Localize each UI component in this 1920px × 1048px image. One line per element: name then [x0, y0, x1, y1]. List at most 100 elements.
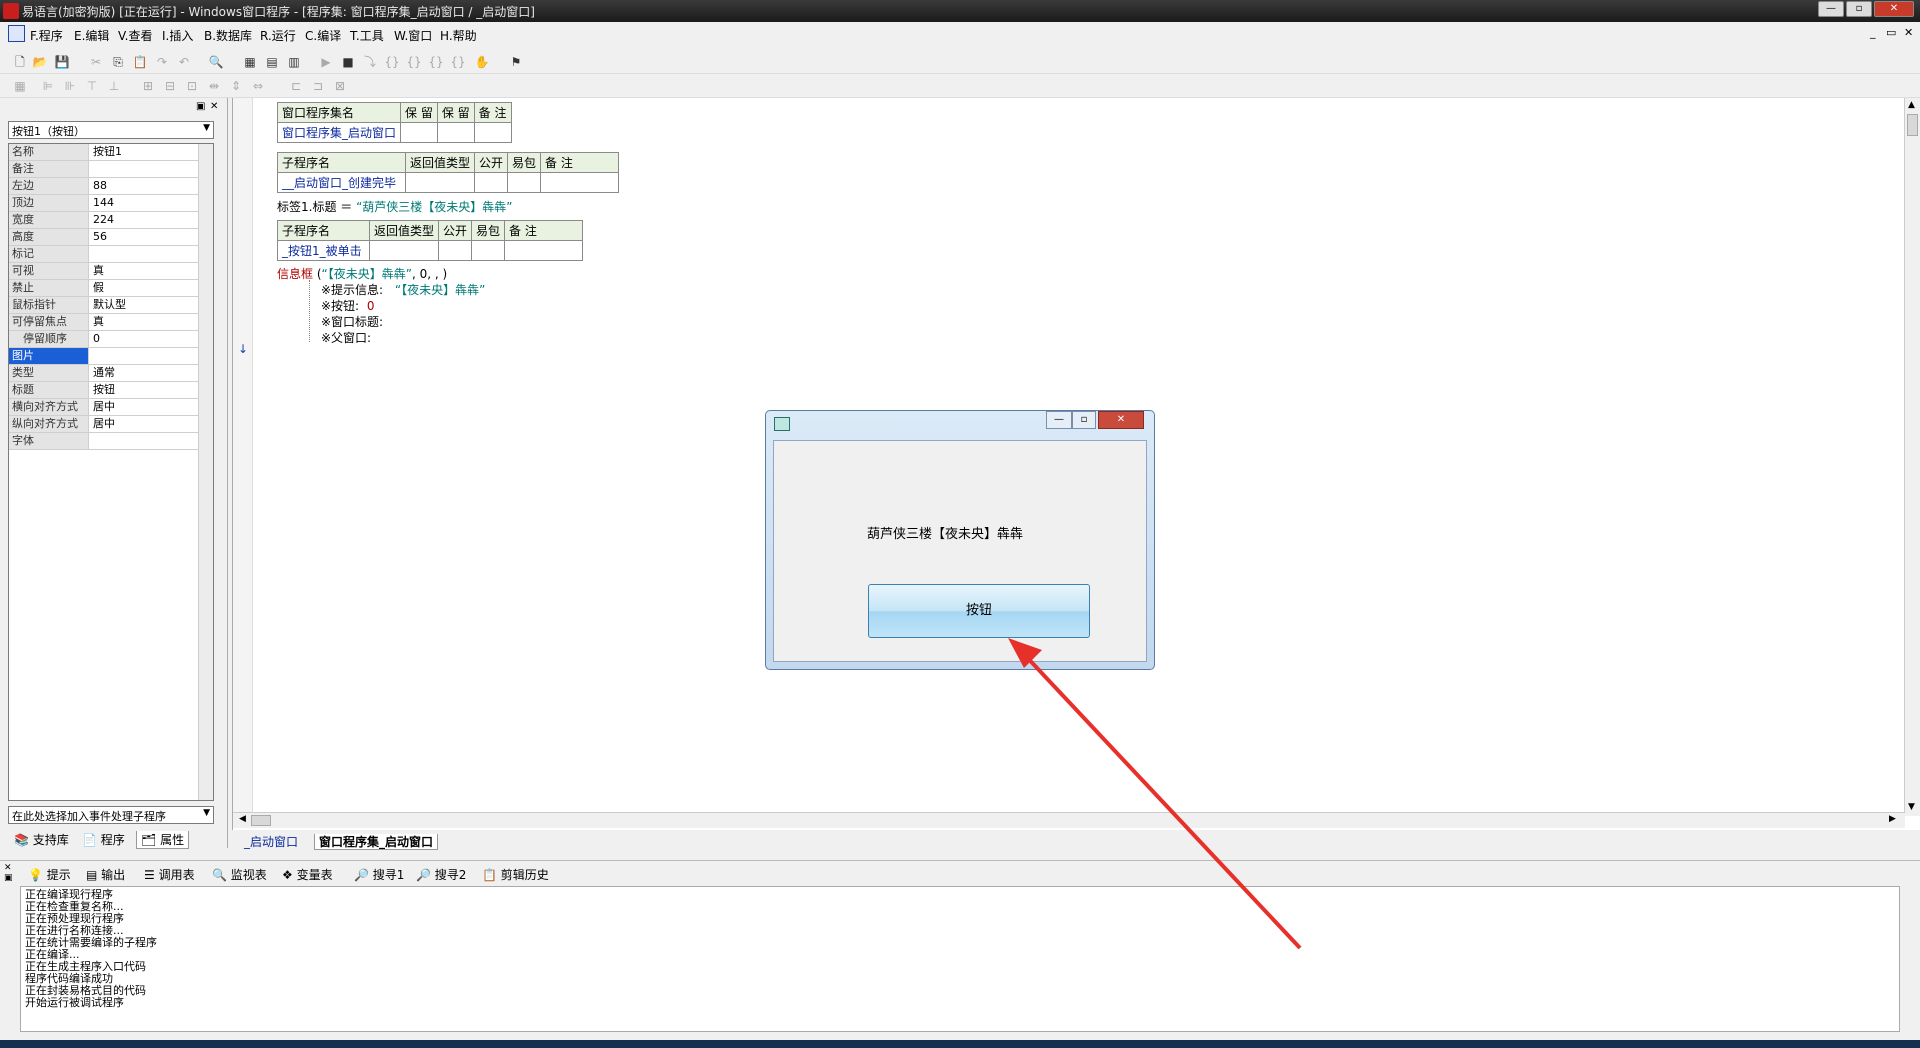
property-value[interactable]: 按钮: [90, 382, 197, 398]
property-value[interactable]: [90, 348, 197, 364]
open-folder-icon[interactable]: 📂: [32, 54, 48, 70]
find-icon[interactable]: 🔍: [208, 54, 224, 70]
cut-icon[interactable]: ✂: [88, 54, 104, 70]
property-value[interactable]: [90, 161, 197, 177]
table-cell[interactable]: [540, 172, 620, 193]
property-row[interactable]: 左边 88: [9, 178, 213, 195]
event-select[interactable]: 在此处选择加入事件处理子程序 ▼: [8, 806, 214, 824]
app-minimize-button[interactable]: —: [1046, 411, 1072, 429]
tab-assembly[interactable]: 窗口程序集_启动窗口: [314, 834, 439, 850]
app-maximize-button[interactable]: ▫: [1072, 411, 1096, 429]
property-value[interactable]: 88: [90, 178, 197, 194]
panel-pin-icon[interactable]: ▣: [4, 873, 13, 883]
property-row[interactable]: 字体: [9, 433, 213, 450]
menu-run[interactable]: R.运行: [260, 27, 296, 44]
menu-database[interactable]: B.数据库: [204, 27, 252, 44]
app-button[interactable]: 按钮: [868, 584, 1090, 638]
align-center-icon[interactable]: ⊪: [62, 78, 78, 94]
property-row[interactable]: 顶边 144: [9, 195, 213, 212]
property-row[interactable]: 可停留焦点真: [9, 314, 213, 331]
same-size-icon[interactable]: ⊡: [184, 78, 200, 94]
property-row[interactable]: 名称 按钮1: [9, 144, 213, 161]
menu-view[interactable]: V.查看: [118, 27, 152, 44]
step-out-icon[interactable]: {}: [428, 54, 444, 70]
chevron-down-icon[interactable]: ▼: [203, 123, 210, 133]
menu-tools[interactable]: T.工具: [350, 27, 384, 44]
maximize-button[interactable]: ▫: [1846, 1, 1872, 17]
mdi-close-icon[interactable]: ✕: [1904, 26, 1913, 39]
stop-icon[interactable]: ■: [340, 54, 356, 70]
table-cell[interactable]: [404, 172, 476, 193]
layout2-icon[interactable]: ▤: [264, 54, 280, 70]
hand-icon[interactable]: ✋: [474, 54, 490, 70]
table-cell[interactable]: [474, 172, 509, 193]
tab-search1[interactable]: 🔎 搜寻1: [354, 866, 404, 883]
mdi-restore-icon[interactable]: ▭: [1886, 26, 1896, 39]
code-vertical-scrollbar[interactable]: ▲ ▼: [1904, 98, 1920, 816]
panel-close-icon[interactable]: ✕: [4, 863, 12, 873]
table-cell[interactable]: [504, 240, 584, 261]
property-value[interactable]: 通常: [90, 365, 197, 381]
property-row[interactable]: 类型 通常: [9, 365, 213, 382]
property-value[interactable]: 0: [90, 331, 197, 347]
scroll-thumb[interactable]: [251, 815, 271, 826]
code-line-title-assign[interactable]: 标签1.标题 ＝ “葫芦侠三楼【夜未央】犇犇”: [277, 198, 513, 215]
run-icon[interactable]: ▶: [318, 54, 334, 70]
scroll-up-icon[interactable]: ▲: [1908, 100, 1915, 110]
tab-clip-history[interactable]: 📋 剪辑历史: [482, 866, 549, 883]
table-cell[interactable]: [400, 122, 438, 143]
property-scrollbar[interactable]: [198, 144, 213, 800]
layout1-icon[interactable]: ▦: [242, 54, 258, 70]
property-row[interactable]: 横向对齐方式 居中: [9, 399, 213, 416]
menu-program[interactable]: F.程序: [30, 27, 63, 44]
same-width-icon[interactable]: ⊞: [140, 78, 156, 94]
table-cell[interactable]: [473, 122, 512, 143]
table-cell[interactable]: [507, 172, 542, 193]
property-row[interactable]: 可视真: [9, 263, 213, 280]
align-top-icon[interactable]: ⊤: [84, 78, 100, 94]
space-h-icon[interactable]: ⇹: [206, 78, 222, 94]
property-value[interactable]: 56: [90, 229, 197, 245]
running-app-window[interactable]: — ▫ ✕ 葫芦侠三楼【夜未央】犇犇 按钮: [765, 410, 1155, 670]
property-row[interactable]: 宽度 224: [9, 212, 213, 229]
menu-edit[interactable]: E.编辑: [74, 27, 109, 44]
redo-icon[interactable]: ↷: [154, 54, 170, 70]
binoculars-icon[interactable]: ⚑: [508, 54, 524, 70]
table-cell[interactable]: [436, 122, 475, 143]
property-value[interactable]: 居中: [90, 416, 197, 432]
align-bottom-icon[interactable]: ⊥: [106, 78, 122, 94]
space-v-icon[interactable]: ⇕: [228, 78, 244, 94]
chevron-down-icon[interactable]: ▼: [203, 808, 210, 818]
tab-start-window[interactable]: _启动窗口: [244, 834, 298, 850]
property-row[interactable]: 备注: [9, 161, 213, 178]
center-h-icon[interactable]: ⇔: [250, 78, 266, 94]
tab-library[interactable]: 📚 支持库: [10, 831, 73, 849]
tab-properties[interactable]: 🗂 属性: [136, 831, 190, 849]
tab-variables[interactable]: ❖ 变量表: [282, 866, 333, 883]
property-row[interactable]: 鼠标指针 默认型: [9, 297, 213, 314]
minimize-button[interactable]: —: [1818, 1, 1844, 17]
new-file-icon[interactable]: 🗋: [12, 54, 28, 70]
lock-layout-icon[interactable]: ⊠: [332, 78, 348, 94]
property-row[interactable]: 纵向对齐方式 居中: [9, 416, 213, 433]
property-value[interactable]: 真: [90, 314, 197, 330]
tab-hint[interactable]: 💡 提示: [28, 866, 71, 883]
output-panel[interactable]: 正在编译现行程序 正在检查重复名称... 正在预处理现行程序 正在进行名称连接.…: [20, 886, 1900, 1032]
property-value[interactable]: 真: [90, 263, 197, 279]
table-cell[interactable]: [471, 240, 506, 261]
property-row[interactable]: 标记: [9, 246, 213, 263]
property-value[interactable]: 224: [90, 212, 197, 228]
tab-program[interactable]: 📄 程序: [78, 831, 129, 849]
assembly-name-cell[interactable]: 窗口程序集_启动窗口: [276, 122, 402, 143]
step-over-icon[interactable]: {}: [406, 54, 422, 70]
run-to-cursor-icon[interactable]: {}: [450, 54, 466, 70]
center-form-h-icon[interactable]: ⊏: [288, 78, 304, 94]
scroll-right-icon[interactable]: ▶: [1889, 814, 1896, 824]
tab-output[interactable]: ▤ 输出: [86, 866, 125, 883]
sub-name-cell[interactable]: __启动窗口_创建完毕: [277, 172, 406, 193]
tab-search2[interactable]: 🔎 搜寻2: [416, 866, 466, 883]
property-value[interactable]: [90, 246, 197, 262]
property-row-selected[interactable]: 图片: [9, 348, 213, 365]
step-into-icon[interactable]: {}: [384, 54, 400, 70]
code-line-msgbox[interactable]: 信息框 (“【夜未央】犇犇”, 0, , ): [277, 265, 447, 282]
